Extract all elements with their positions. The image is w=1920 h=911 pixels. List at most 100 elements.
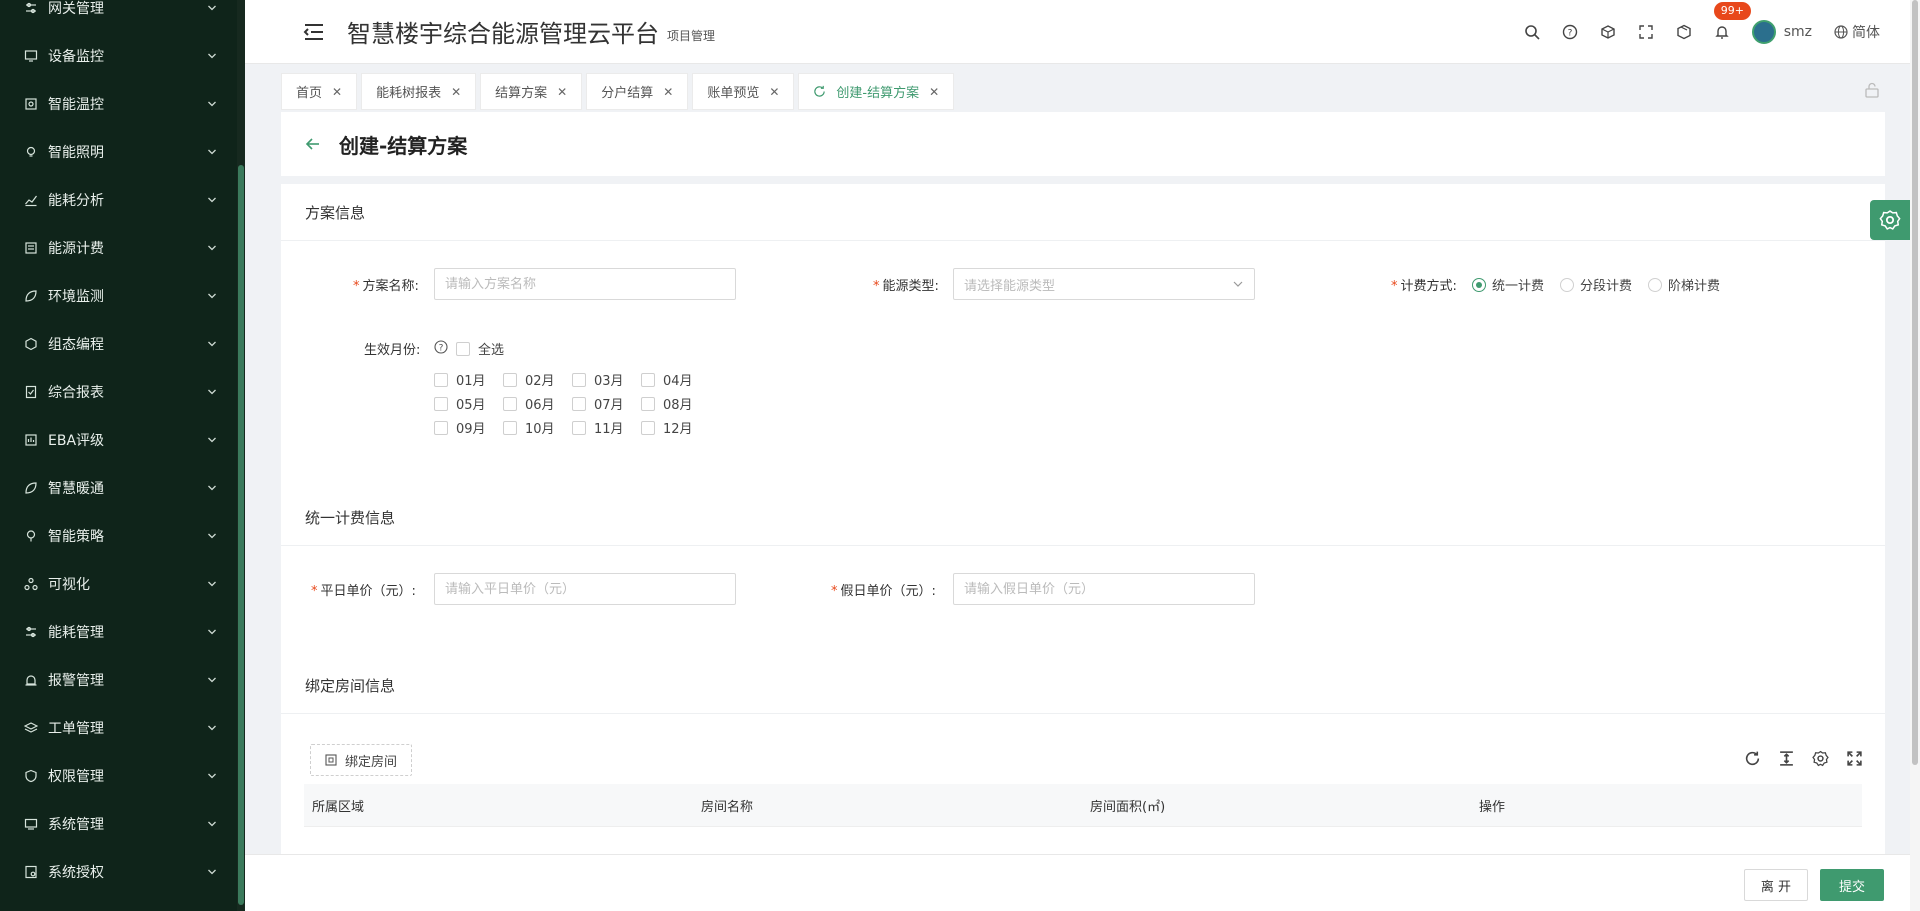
avatar[interactable] <box>1751 20 1776 44</box>
month-checkbox[interactable]: 05月 <box>434 394 503 413</box>
fullscreen-icon[interactable] <box>1846 750 1863 767</box>
sidebar-item[interactable]: 智能温控 <box>0 80 237 128</box>
sidebar-item[interactable]: 网关管理 <box>0 0 237 32</box>
fullscreen-icon[interactable] <box>1638 24 1654 40</box>
setting-icon[interactable] <box>1812 750 1829 767</box>
sidebar-item[interactable]: 能源计费 <box>0 224 237 272</box>
month-checkbox[interactable]: 08月 <box>641 394 710 413</box>
tab-item[interactable]: 创建-结算方案 ✕ <box>798 73 955 110</box>
sidebar-item[interactable]: 权限管理 <box>0 752 237 800</box>
close-icon[interactable]: ✕ <box>663 85 673 99</box>
checkbox-box[interactable] <box>641 372 655 387</box>
month-checkbox[interactable]: 10月 <box>503 418 572 437</box>
sidebar-item[interactable]: 报警管理 <box>0 656 237 704</box>
checkbox-box[interactable] <box>456 341 470 356</box>
sidebar-item[interactable]: 智能照明 <box>0 128 237 176</box>
page-scroll-thumb[interactable] <box>1912 0 1918 765</box>
bulb-icon <box>24 145 38 159</box>
checkbox-box[interactable] <box>434 396 448 411</box>
floating-settings-button[interactable] <box>1870 200 1910 240</box>
search-icon[interactable] <box>1524 24 1540 40</box>
sidebar-item[interactable]: 可视化 <box>0 560 237 608</box>
leave-button[interactable]: 离 开 <box>1744 869 1808 901</box>
select-all-checkbox[interactable]: 全选 <box>456 339 504 358</box>
close-icon[interactable]: ✕ <box>769 85 779 99</box>
month-label: 05月 <box>456 398 486 413</box>
sidebar-item[interactable]: 能耗分析 <box>0 176 237 224</box>
submit-button[interactable]: 提交 <box>1820 869 1884 901</box>
sidebar-item[interactable]: EBA评级 <box>0 416 237 464</box>
tab-item[interactable]: 能耗树报表 ✕ <box>361 73 477 110</box>
close-icon[interactable]: ✕ <box>332 85 342 99</box>
help-icon[interactable]: ? <box>1562 24 1578 40</box>
radio-circle[interactable] <box>1560 277 1575 292</box>
package-icon[interactable] <box>1676 24 1692 40</box>
billing-method-radio[interactable]: 统一计费 <box>1472 275 1544 294</box>
tab-item[interactable]: 首页 ✕ <box>281 73 358 110</box>
sidebar-item[interactable]: 设备监控 <box>0 32 237 80</box>
language-switch[interactable]: 简体 <box>1834 22 1880 42</box>
close-icon[interactable]: ✕ <box>929 85 939 99</box>
checkbox-box[interactable] <box>641 396 655 411</box>
question-circle-icon[interactable]: ? <box>434 340 448 354</box>
tab-item[interactable]: 账单预览 ✕ <box>692 73 795 110</box>
cube-icon[interactable] <box>1600 24 1616 40</box>
close-icon[interactable]: ✕ <box>451 85 461 99</box>
column-height-icon[interactable] <box>1778 750 1795 767</box>
month-checkbox[interactable]: 02月 <box>503 370 572 389</box>
checkbox-box[interactable] <box>641 420 655 435</box>
checkbox-box[interactable] <box>572 372 586 387</box>
plan-name-input[interactable] <box>434 268 736 300</box>
checkbox-box[interactable] <box>503 372 517 387</box>
month-checkbox[interactable]: 09月 <box>434 418 503 437</box>
reload-icon[interactable] <box>813 85 826 98</box>
month-label: 08月 <box>663 398 693 413</box>
month-checkbox[interactable]: 11月 <box>572 418 641 437</box>
sidebar-item[interactable]: 能耗管理 <box>0 608 237 656</box>
page-scrollbar[interactable] <box>1910 0 1920 911</box>
sidebar-item[interactable]: 组态编程 <box>0 320 237 368</box>
month-checkbox[interactable]: 07月 <box>572 394 641 413</box>
tab-item[interactable]: 分户结算 ✕ <box>586 73 689 110</box>
sidebar-item[interactable]: 综合报表 <box>0 368 237 416</box>
month-checkbox[interactable]: 03月 <box>572 370 641 389</box>
sidebar-item[interactable]: 环境监测 <box>0 272 237 320</box>
bind-room-button[interactable]: 绑定房间 <box>310 744 413 776</box>
unlock-icon[interactable] <box>1864 82 1880 98</box>
refresh-icon[interactable] <box>1744 750 1761 767</box>
radio-circle[interactable] <box>1472 277 1486 292</box>
sidebar-item[interactable]: 系统授权 <box>0 848 237 896</box>
checkbox-box[interactable] <box>503 396 517 411</box>
report-icon <box>24 385 38 399</box>
energy-type-select[interactable]: 请选择能源类型 <box>953 268 1255 300</box>
weekday-price-input[interactable] <box>434 573 736 605</box>
user-name[interactable]: smz <box>1784 24 1812 40</box>
checkbox-box[interactable] <box>572 420 586 435</box>
bell-icon[interactable]: 99+ <box>1713 2 1751 40</box>
month-checkbox[interactable]: 12月 <box>641 418 710 437</box>
tab-item[interactable]: 结算方案 ✕ <box>480 73 583 110</box>
holiday-price-input[interactable] <box>953 573 1255 605</box>
sidebar-item[interactable]: 系统管理 <box>0 800 237 848</box>
billing-method-radio[interactable]: 分段计费 <box>1560 275 1632 294</box>
checkbox-box[interactable] <box>434 420 448 435</box>
month-checkbox[interactable]: 04月 <box>641 370 710 389</box>
close-icon[interactable]: ✕ <box>557 85 567 99</box>
sidebar-item[interactable]: 智慧暖通 <box>0 464 237 512</box>
checkbox-box[interactable] <box>572 396 586 411</box>
back-arrow-icon[interactable] <box>305 136 321 152</box>
sidebar-scroll-thumb[interactable] <box>238 165 244 905</box>
month-label: 07月 <box>594 398 624 413</box>
billing-method-radio[interactable]: 阶梯计费 <box>1648 275 1720 294</box>
shield-icon <box>24 769 38 783</box>
menu-fold-icon[interactable] <box>303 23 325 41</box>
checkbox-box[interactable] <box>434 372 448 387</box>
month-checkbox[interactable]: 01月 <box>434 370 503 389</box>
radio-circle[interactable] <box>1648 277 1663 292</box>
month-checkbox[interactable]: 06月 <box>503 394 572 413</box>
sidebar-item[interactable]: 智能策略 <box>0 512 237 560</box>
sidebar-item[interactable]: 工单管理 <box>0 704 237 752</box>
chevron-down-icon <box>208 773 216 779</box>
checkbox-box[interactable] <box>503 420 517 435</box>
sidebar-scrollbar[interactable] <box>237 0 245 911</box>
